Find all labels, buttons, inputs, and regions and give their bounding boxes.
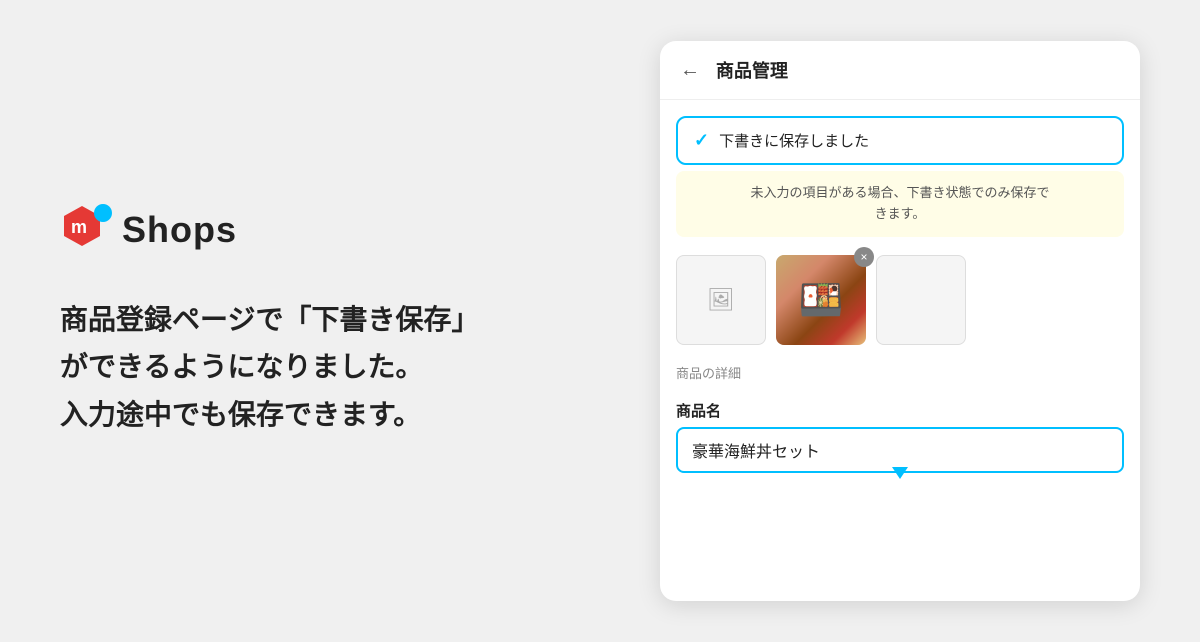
warning-text: 未入力の項目がある場合、下書き状態でのみ保存できます。 xyxy=(750,185,1049,221)
phone-header: ← 商品管理 xyxy=(660,41,1140,100)
warning-area: 未入力の項目がある場合、下書き状態でのみ保存できます。 xyxy=(676,171,1124,237)
logo-dot xyxy=(94,204,112,222)
field-input-wrapper xyxy=(676,427,1124,473)
phone-mockup: ← 商品管理 ✓ 下書きに保存しました 未入力の項目がある場合、下書き状態でのみ… xyxy=(660,41,1140,601)
main-line3: 入力途中でも保存できます。 xyxy=(60,391,600,439)
empty-image-slot[interactable] xyxy=(876,255,966,345)
food-image: 🍱 xyxy=(776,255,866,345)
back-button[interactable]: ← xyxy=(680,59,700,82)
uploaded-image-slot: 🍱 × xyxy=(776,255,866,345)
check-icon: ✓ xyxy=(694,130,709,151)
image-upload-row: 🖼 🍱 × xyxy=(676,255,1124,345)
main-line1: 商品登録ページで「下書き保存」 xyxy=(60,296,600,344)
image-placeholder-icon: 🖼 xyxy=(707,287,735,313)
main-line2: ができるようになりました。 xyxy=(60,343,600,391)
left-panel: m Shops 商品登録ページで「下書き保存」 ができるようになりました。 入力… xyxy=(60,204,600,439)
phone-content: ✓ 下書きに保存しました 未入力の項目がある場合、下書き状態でのみ保存できます。… xyxy=(660,100,1140,601)
logo-area: m Shops xyxy=(60,204,600,256)
logo-icon: m xyxy=(60,204,112,256)
product-name-field: 商品名 xyxy=(676,396,1124,473)
logo-text: Shops xyxy=(122,209,237,251)
field-label: 商品名 xyxy=(676,400,1124,421)
notification-text: 下書きに保存しました xyxy=(719,130,869,151)
main-description: 商品登録ページで「下書き保存」 ができるようになりました。 入力途中でも保存でき… xyxy=(60,296,600,439)
image-placeholder-slot[interactable]: 🖼 xyxy=(676,255,766,345)
notification-box: ✓ 下書きに保存しました xyxy=(676,116,1124,165)
svg-text:m: m xyxy=(71,217,87,237)
remove-image-button[interactable]: × xyxy=(854,247,874,267)
section-label: 商品の詳細 xyxy=(676,363,1124,382)
cursor-indicator xyxy=(892,467,908,479)
phone-title: 商品管理 xyxy=(716,57,788,83)
